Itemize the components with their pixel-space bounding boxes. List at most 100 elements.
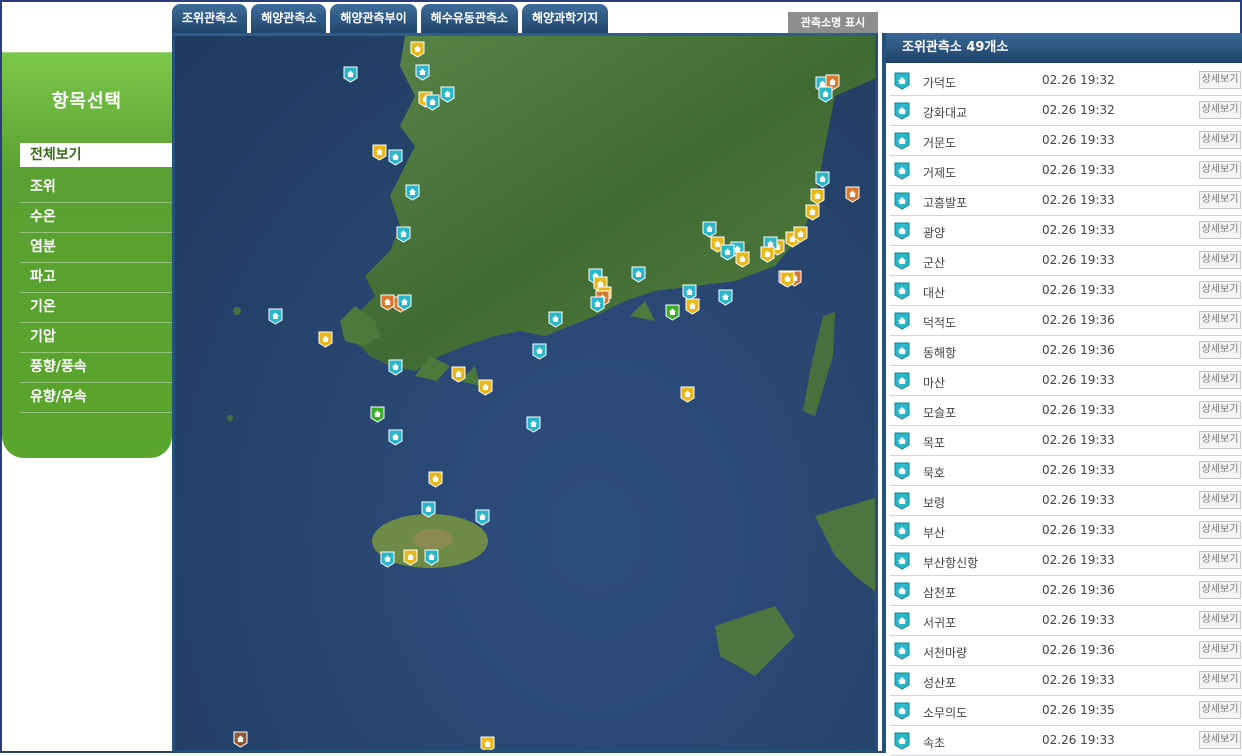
station-row[interactable]: 대산 02.26 19:33 상세보기 <box>890 276 1242 306</box>
menu-item-current[interactable]: 유향/유속 <box>20 383 172 413</box>
ocean-station-icon[interactable] <box>410 41 425 58</box>
ocean-station-icon[interactable] <box>318 331 333 348</box>
detail-button[interactable]: 상세보기 <box>1199 371 1241 389</box>
tab-tide-station[interactable]: 조위관측소 <box>172 4 248 34</box>
station-row[interactable]: 서천마량 02.26 19:36 상세보기 <box>890 636 1242 666</box>
science-base-icon[interactable] <box>233 731 248 748</box>
station-row[interactable]: 고흥발포 02.26 19:33 상세보기 <box>890 186 1242 216</box>
ocean-station-icon[interactable] <box>680 386 695 403</box>
ocean-station-icon[interactable] <box>685 298 700 315</box>
station-row[interactable]: 서귀포 02.26 19:33 상세보기 <box>890 606 1242 636</box>
station-row[interactable]: 덕적도 02.26 19:36 상세보기 <box>890 306 1242 336</box>
current-station-icon[interactable] <box>370 406 385 423</box>
detail-button[interactable]: 상세보기 <box>1199 521 1241 539</box>
station-row[interactable]: 강화대교 02.26 19:32 상세보기 <box>890 96 1242 126</box>
detail-button[interactable]: 상세보기 <box>1199 191 1241 209</box>
detail-button[interactable]: 상세보기 <box>1199 551 1241 569</box>
tide-station-icon[interactable] <box>388 149 403 166</box>
ocean-station-icon[interactable] <box>372 144 387 161</box>
detail-button[interactable]: 상세보기 <box>1199 131 1241 149</box>
detail-button[interactable]: 상세보기 <box>1199 641 1241 659</box>
station-row[interactable]: 삼천포 02.26 19:36 상세보기 <box>890 576 1242 606</box>
detail-button[interactable]: 상세보기 <box>1199 71 1241 89</box>
tide-station-icon[interactable] <box>590 296 605 313</box>
station-row[interactable]: 거제도 02.26 19:33 상세보기 <box>890 156 1242 186</box>
tide-station-icon[interactable] <box>424 549 439 566</box>
menu-item-salinity[interactable]: 염분 <box>20 233 172 263</box>
ocean-station-icon[interactable] <box>428 471 443 488</box>
detail-button[interactable]: 상세보기 <box>1199 101 1241 119</box>
tab-ocean-buoy[interactable]: 해양관측부이 <box>330 4 417 34</box>
ocean-station-icon[interactable] <box>480 736 495 750</box>
detail-button[interactable]: 상세보기 <box>1199 431 1241 449</box>
tide-station-icon[interactable] <box>405 184 420 201</box>
tide-station-icon[interactable] <box>396 226 411 243</box>
station-row[interactable]: 가덕도 02.26 19:32 상세보기 <box>890 66 1242 96</box>
tide-station-icon[interactable] <box>815 171 830 188</box>
ocean-station-icon[interactable] <box>451 366 466 383</box>
detail-button[interactable]: 상세보기 <box>1199 221 1241 239</box>
ocean-station-icon[interactable] <box>805 204 820 221</box>
ocean-station-icon[interactable] <box>403 549 418 566</box>
station-row[interactable]: 마산 02.26 19:33 상세보기 <box>890 366 1242 396</box>
tide-station-icon[interactable] <box>380 551 395 568</box>
tide-station-icon[interactable] <box>388 359 403 376</box>
station-row[interactable]: 보령 02.26 19:33 상세보기 <box>890 486 1242 516</box>
menu-item-wave-height[interactable]: 파고 <box>20 263 172 293</box>
station-row[interactable]: 부산항신항 02.26 19:33 상세보기 <box>890 546 1242 576</box>
ocean-station-icon[interactable] <box>478 379 493 396</box>
detail-button[interactable]: 상세보기 <box>1199 161 1241 179</box>
tide-station-icon[interactable] <box>397 294 412 311</box>
current-station-icon[interactable] <box>665 304 680 321</box>
station-row[interactable]: 목포 02.26 19:33 상세보기 <box>890 426 1242 456</box>
station-row[interactable]: 성산포 02.26 19:33 상세보기 <box>890 666 1242 696</box>
ocean-station-icon[interactable] <box>810 188 825 205</box>
tide-station-icon[interactable] <box>818 86 833 103</box>
detail-button[interactable]: 상세보기 <box>1199 731 1241 749</box>
menu-item-pressure[interactable]: 기압 <box>20 323 172 353</box>
menu-item-water-temp[interactable]: 수온 <box>20 203 172 233</box>
station-row[interactable]: 부산 02.26 19:33 상세보기 <box>890 516 1242 546</box>
station-row[interactable]: 모슬포 02.26 19:33 상세보기 <box>890 396 1242 426</box>
tide-station-icon[interactable] <box>421 501 436 518</box>
tide-station-icon[interactable] <box>532 343 547 360</box>
tide-station-icon[interactable] <box>631 266 646 283</box>
station-row[interactable]: 묵호 02.26 19:33 상세보기 <box>890 456 1242 486</box>
tab-ocean-station[interactable]: 해양관측소 <box>251 4 327 34</box>
tide-station-icon[interactable] <box>720 244 735 261</box>
menu-item-tide[interactable]: 조위 <box>20 173 172 203</box>
station-row[interactable]: 속초 02.26 19:33 상세보기 <box>890 726 1242 756</box>
station-row[interactable]: 거문도 02.26 19:33 상세보기 <box>890 126 1242 156</box>
menu-item-all[interactable]: 전체보기 <box>20 143 172 167</box>
tide-station-icon[interactable] <box>475 509 490 526</box>
ocean-buoy-icon[interactable] <box>845 186 860 203</box>
tide-station-icon[interactable] <box>415 64 430 81</box>
tide-station-icon[interactable] <box>718 289 733 306</box>
detail-button[interactable]: 상세보기 <box>1199 701 1241 719</box>
menu-item-air-temp[interactable]: 기온 <box>20 293 172 323</box>
station-row[interactable]: 동해항 02.26 19:36 상세보기 <box>890 336 1242 366</box>
station-row[interactable]: 소무의도 02.26 19:35 상세보기 <box>890 696 1242 726</box>
tide-station-icon[interactable] <box>343 66 358 83</box>
tab-current-station[interactable]: 해수유동관측소 <box>420 4 518 34</box>
show-station-names-button[interactable]: 관측소명 표시 <box>788 12 878 33</box>
ocean-station-icon[interactable] <box>780 271 795 288</box>
tide-station-icon[interactable] <box>526 416 541 433</box>
station-map[interactable] <box>172 33 878 753</box>
detail-button[interactable]: 상세보기 <box>1199 251 1241 269</box>
tab-science-base[interactable]: 해양과학기지 <box>521 4 609 34</box>
detail-button[interactable]: 상세보기 <box>1199 341 1241 359</box>
detail-button[interactable]: 상세보기 <box>1199 311 1241 329</box>
detail-button[interactable]: 상세보기 <box>1199 491 1241 509</box>
ocean-station-icon[interactable] <box>793 226 808 243</box>
tide-station-icon[interactable] <box>548 311 563 328</box>
detail-button[interactable]: 상세보기 <box>1199 671 1241 689</box>
tide-station-icon[interactable] <box>440 86 455 103</box>
ocean-station-icon[interactable] <box>735 251 750 268</box>
station-row[interactable]: 군산 02.26 19:33 상세보기 <box>890 246 1242 276</box>
tide-station-icon[interactable] <box>268 308 283 325</box>
detail-button[interactable]: 상세보기 <box>1199 401 1241 419</box>
detail-button[interactable]: 상세보기 <box>1199 581 1241 599</box>
station-row[interactable]: 광양 02.26 19:33 상세보기 <box>890 216 1242 246</box>
tide-station-icon[interactable] <box>388 429 403 446</box>
